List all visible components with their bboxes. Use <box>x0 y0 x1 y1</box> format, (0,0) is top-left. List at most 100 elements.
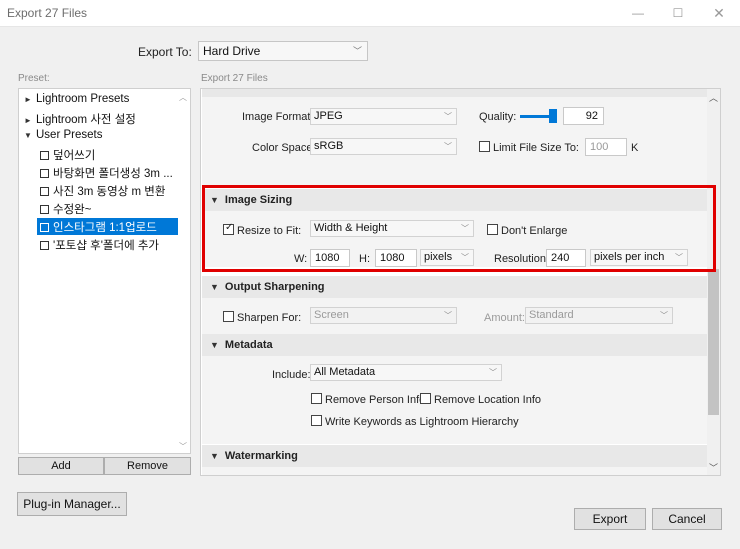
amount-label: Amount: <box>484 312 525 324</box>
chevron-down-icon: ﹀ <box>444 112 452 121</box>
scroll-up-icon[interactable]: ︿ <box>179 92 187 103</box>
caret-right-icon: ► <box>24 116 32 125</box>
scrollbar-thumb[interactable] <box>708 269 719 415</box>
file-settings-body: Image Format: JPEG ﹀ Quality: 92 Color Sp… <box>202 97 708 185</box>
export-button[interactable]: Export <box>574 508 646 530</box>
resize-mode-dropdown[interactable]: Width & Height ﹀ <box>310 220 474 237</box>
preset-item[interactable]: 사진 3m 동영상 m 변환 <box>40 183 165 199</box>
dont-enlarge-label: Don't Enlarge <box>501 225 568 237</box>
chevron-down-icon: ﹀ <box>489 368 497 377</box>
limit-unit-label: K <box>631 142 639 154</box>
preset-item[interactable]: 바탕화면 폴더생성 3m ... <box>40 165 173 181</box>
amount-dropdown[interactable]: Standard ﹀ <box>525 307 673 324</box>
preset-item[interactable]: 수정완~ <box>40 201 91 217</box>
preset-checkbox[interactable] <box>40 169 49 178</box>
width-label: W: <box>294 253 308 265</box>
preset-item[interactable]: 덮어쓰기 <box>40 147 95 163</box>
dont-enlarge-checkbox[interactable] <box>487 224 498 235</box>
limit-file-size-input[interactable]: 100 <box>585 138 627 156</box>
write-keywords-label: Write Keywords as Lightroom Hierarchy <box>325 416 519 428</box>
limit-file-size-checkbox[interactable] <box>479 141 490 152</box>
caret-right-icon: ► <box>24 95 32 104</box>
color-space-dropdown[interactable]: sRGB ﹀ <box>310 138 457 155</box>
output-sharpening-header[interactable]: ▼ Output Sharpening <box>202 276 708 298</box>
cancel-button[interactable]: Cancel <box>652 508 722 530</box>
height-input[interactable]: 1080 <box>375 249 417 267</box>
height-label: H: <box>359 253 370 265</box>
remove-location-info-label: Remove Location Info <box>434 394 542 406</box>
width-input[interactable]: 1080 <box>310 249 350 267</box>
preset-item-selected[interactable]: 인스타그램 1:1업로드 <box>37 218 178 235</box>
output-sharpening-body: Sharpen For: Screen ﹀ Amount: Standard ﹀ <box>202 298 708 334</box>
image-format-label: Image Format: <box>242 111 314 123</box>
chevron-down-icon: ﹀ <box>444 311 452 320</box>
preset-checkbox[interactable] <box>40 187 49 196</box>
preset-folder-lightroom-ko[interactable]: ► Lightroom 사전 설정 <box>24 111 136 127</box>
remove-location-info-checkbox[interactable] <box>420 393 431 404</box>
sharpen-for-label: Sharpen For: <box>237 312 302 324</box>
settings-header: Export 27 Files <box>201 73 268 84</box>
triangle-down-icon: ▼ <box>210 195 219 205</box>
preset-label: Preset: <box>18 73 50 84</box>
watermarking-header[interactable]: ▼ Watermarking <box>202 445 708 467</box>
chevron-down-icon: ﹀ <box>660 311 668 320</box>
remove-person-info-checkbox[interactable] <box>311 393 322 404</box>
scroll-up-icon[interactable]: ︿ <box>709 91 718 104</box>
plugin-manager-button[interactable]: Plug-in Manager... <box>17 492 127 516</box>
preset-folder-lightroom[interactable]: ► Lightroom Presets <box>24 93 129 105</box>
minimize-icon[interactable]: — <box>618 0 658 27</box>
preset-item[interactable]: '포토샵 후'폴더에 추가 <box>40 237 159 253</box>
triangle-down-icon: ▼ <box>210 451 219 461</box>
watermarking-body <box>202 467 708 475</box>
include-metadata-dropdown[interactable]: All Metadata ﹀ <box>310 364 502 381</box>
settings-scrollbar[interactable]: ︿ ﹀ <box>707 89 720 475</box>
file-settings-header[interactable] <box>202 89 708 97</box>
scroll-down-icon[interactable]: ﹀ <box>179 441 187 452</box>
include-label: Include: <box>272 369 311 381</box>
resolution-unit-dropdown[interactable]: pixels per inch ﹀ <box>590 249 688 266</box>
metadata-body: Include: All Metadata ﹀ Remove Person Inf… <box>202 356 708 444</box>
preset-folder-user[interactable]: ▼ User Presets <box>24 129 102 141</box>
remove-preset-button[interactable]: Remove <box>104 457 191 475</box>
chevron-down-icon: ﹀ <box>444 142 452 151</box>
preset-tree[interactable]: ► Lightroom Presets ► Lightroom 사전 설정 ▼ Use… <box>18 88 191 454</box>
metadata-header[interactable]: ▼ Metadata <box>202 334 708 356</box>
caret-down-icon: ▼ <box>24 131 32 140</box>
resolution-input[interactable]: 240 <box>546 249 586 267</box>
window-title: Export 27 Files <box>7 6 88 20</box>
remove-person-info-label: Remove Person Info <box>325 394 426 406</box>
quality-label: Quality: <box>479 111 517 123</box>
limit-file-size-label: Limit File Size To: <box>493 142 579 154</box>
scroll-down-icon[interactable]: ﹀ <box>709 461 718 474</box>
preset-checkbox[interactable] <box>40 151 49 160</box>
triangle-down-icon: ▼ <box>210 340 219 350</box>
title-bar: Export 27 Files — ☐ ✕ <box>0 0 740 27</box>
size-unit-dropdown[interactable]: pixels ﹀ <box>420 249 474 266</box>
preset-checkbox[interactable] <box>40 205 49 214</box>
add-preset-button[interactable]: Add <box>18 457 104 475</box>
export-to-dropdown[interactable]: Hard Drive ﹀ <box>198 41 368 61</box>
resize-to-fit-label: Resize to Fit: <box>237 225 302 237</box>
resize-to-fit-checkbox[interactable] <box>223 222 234 235</box>
chevron-down-icon: ﹀ <box>675 253 683 262</box>
export-to-value: Hard Drive <box>203 44 261 58</box>
image-format-dropdown[interactable]: JPEG ﹀ <box>310 108 457 125</box>
resolution-label: Resolution: <box>494 253 550 265</box>
quality-slider-thumb[interactable] <box>549 109 557 123</box>
chevron-down-icon: ﹀ <box>352 46 362 56</box>
sharpen-for-checkbox[interactable] <box>223 311 234 322</box>
image-sizing-body: Resize to Fit: Width & Height﹀ Don't Enl… <box>202 211 708 267</box>
chevron-down-icon: ﹀ <box>461 224 469 233</box>
sharpen-for-dropdown[interactable]: Screen ﹀ <box>310 307 457 324</box>
preset-checkbox[interactable] <box>40 241 49 250</box>
triangle-down-icon: ▼ <box>210 282 219 292</box>
preset-checkbox[interactable] <box>40 223 49 232</box>
color-space-label: Color Space: <box>252 142 316 154</box>
write-keywords-checkbox[interactable] <box>311 415 322 426</box>
maximize-icon[interactable]: ☐ <box>658 0 698 27</box>
close-icon[interactable]: ✕ <box>699 0 739 27</box>
export-to-label: Export To: <box>138 45 192 59</box>
image-sizing-header[interactable]: ▼ Image Sizing <box>202 189 708 211</box>
quality-input[interactable]: 92 <box>563 107 604 125</box>
export-settings-panel: Image Format: JPEG ﹀ Quality: 92 Color Sp… <box>200 88 721 476</box>
